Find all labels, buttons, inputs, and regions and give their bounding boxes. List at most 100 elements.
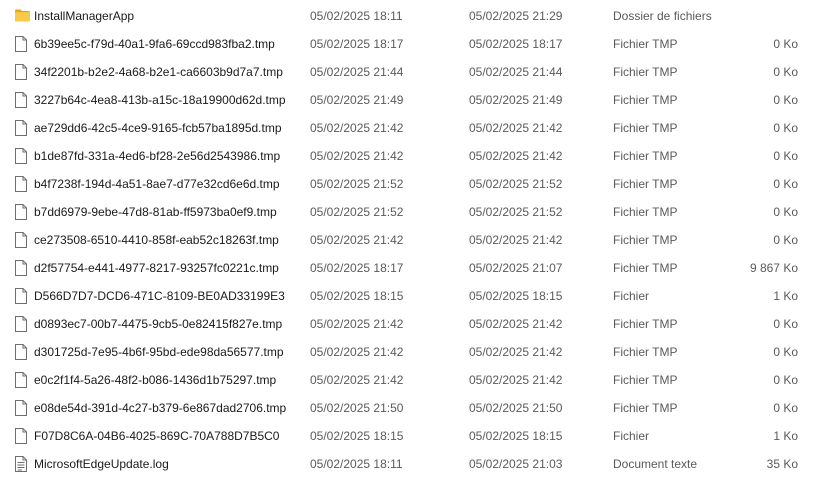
file-name: e0c2f1f4-5a26-48f2-b086-1436d1b75297.tmp	[34, 373, 277, 387]
file-modified-date: 05/02/2025 21:42	[469, 345, 563, 359]
file-size: 1 Ko	[773, 289, 798, 303]
file-icon-cell	[14, 338, 32, 366]
file-row[interactable]: D566D7D7-DCD6-471C-8109-BE0AD33199E3 05/0…	[0, 282, 823, 310]
file-row[interactable]: ce273508-6510-4410-858f-eab52c18263f.tmp…	[0, 226, 823, 254]
file-icon-cell	[14, 58, 32, 86]
file-created-date: 05/02/2025 18:15	[310, 429, 404, 443]
file-row[interactable]: e08de54d-391d-4c27-b379-6e867dad2706.tmp…	[0, 394, 823, 422]
file-icon	[14, 338, 32, 366]
file-icon-cell	[14, 422, 32, 450]
file-modified-date: 05/02/2025 21:49	[469, 93, 563, 107]
file-icon-cell	[14, 226, 32, 254]
file-created-date: 05/02/2025 21:42	[310, 233, 404, 247]
file-created-date: 05/02/2025 21:42	[310, 373, 404, 387]
file-size: 0 Ko	[773, 233, 798, 247]
file-row[interactable]: b7dd6979-9ebe-47d8-81ab-ff5973ba0ef9.tmp…	[0, 198, 823, 226]
file-icon	[14, 254, 32, 282]
file-row[interactable]: F07D8C6A-04B6-4025-869C-70A788D7B5C0 05/0…	[0, 422, 823, 450]
file-created-date: 05/02/2025 21:50	[310, 401, 404, 415]
file-size: 0 Ko	[773, 345, 798, 359]
file-created-date: 05/02/2025 18:11	[310, 457, 403, 471]
file-name: b7dd6979-9ebe-47d8-81ab-ff5973ba0ef9.tmp	[34, 205, 277, 219]
file-name: ae729dd6-42c5-4ce9-9165-fcb57ba1895d.tmp	[34, 121, 282, 135]
file-size: 9 867 Ko	[749, 261, 798, 275]
file-created-date: 05/02/2025 21:42	[310, 317, 404, 331]
file-row[interactable]: b4f7238f-194d-4a51-8ae7-d77e32cd6e6d.tmp…	[0, 170, 823, 198]
file-icon-cell	[14, 450, 32, 478]
file-icon-cell	[14, 394, 32, 422]
file-row[interactable]: d2f57754-e441-4977-8217-93257fc0221c.tmp…	[0, 254, 823, 282]
file-row[interactable]: e0c2f1f4-5a26-48f2-b086-1436d1b75297.tmp…	[0, 366, 823, 394]
file-modified-date: 05/02/2025 21:42	[469, 233, 563, 247]
file-modified-date: 05/02/2025 21:44	[469, 65, 563, 79]
file-name: d301725d-7e95-4b6f-95bd-ede98da56577.tmp	[34, 345, 284, 359]
file-icon	[14, 310, 32, 338]
file-icon	[14, 114, 32, 142]
file-icon-cell	[14, 198, 32, 226]
file-created-date: 05/02/2025 21:44	[310, 65, 404, 79]
file-row[interactable]: 3227b64c-4ea8-413b-a15c-18a19900d62d.tmp…	[0, 86, 823, 114]
file-name: d2f57754-e441-4977-8217-93257fc0221c.tmp	[34, 261, 279, 275]
file-created-date: 05/02/2025 18:15	[310, 289, 404, 303]
file-name: b4f7238f-194d-4a51-8ae7-d77e32cd6e6d.tmp	[34, 177, 280, 191]
file-icon	[14, 58, 32, 86]
file-icon	[14, 142, 32, 170]
file-row[interactable]: d0893ec7-00b7-4475-9cb5-0e82415f827e.tmp…	[0, 310, 823, 338]
file-icon-cell	[14, 254, 32, 282]
file-modified-date: 05/02/2025 21:42	[469, 149, 563, 163]
file-modified-date: 05/02/2025 21:50	[469, 401, 563, 415]
file-icon-cell	[14, 310, 32, 338]
file-icon-cell	[14, 30, 32, 58]
file-size: 0 Ko	[773, 401, 798, 415]
file-row[interactable]: ae729dd6-42c5-4ce9-9165-fcb57ba1895d.tmp…	[0, 114, 823, 142]
file-size: 0 Ko	[773, 149, 798, 163]
file-created-date: 05/02/2025 21:52	[310, 205, 404, 219]
file-icon-cell	[14, 2, 32, 30]
file-size: 0 Ko	[773, 177, 798, 191]
file-icon	[14, 394, 32, 422]
file-icon	[14, 30, 32, 58]
file-name: D566D7D7-DCD6-471C-8109-BE0AD33199E3	[34, 289, 285, 303]
file-name: MicrosoftEdgeUpdate.log	[34, 457, 169, 471]
file-modified-date: 05/02/2025 21:42	[469, 373, 563, 387]
file-created-date: 05/02/2025 18:11	[310, 9, 403, 23]
file-icon	[14, 366, 32, 394]
file-row[interactable]: MicrosoftEdgeUpdate.log 05/02/2025 18:11 0…	[0, 450, 823, 478]
file-icon-cell	[14, 366, 32, 394]
file-row[interactable]: d301725d-7e95-4b6f-95bd-ede98da56577.tmp…	[0, 338, 823, 366]
file-created-date: 05/02/2025 21:42	[310, 149, 404, 163]
file-name: 3227b64c-4ea8-413b-a15c-18a19900d62d.tmp	[34, 93, 286, 107]
file-row[interactable]: 34f2201b-b2e2-4a68-b2e1-ca6603b9d7a7.tmp…	[0, 58, 823, 86]
file-modified-date: 05/02/2025 21:07	[469, 261, 563, 275]
file-icon-cell	[14, 170, 32, 198]
file-size: 0 Ko	[773, 37, 798, 51]
file-size: 0 Ko	[773, 205, 798, 219]
file-icon	[14, 282, 32, 310]
file-row[interactable]: 6b39ee5c-f79d-40a1-9fa6-69ccd983fba2.tmp…	[0, 30, 823, 58]
file-icon-cell	[14, 142, 32, 170]
file-created-date: 05/02/2025 18:17	[310, 37, 404, 51]
file-modified-date: 05/02/2025 18:17	[469, 37, 563, 51]
file-modified-date: 05/02/2025 21:29	[469, 9, 563, 23]
file-size: 0 Ko	[773, 373, 798, 387]
text-file-icon	[14, 450, 32, 478]
file-name: 6b39ee5c-f79d-40a1-9fa6-69ccd983fba2.tmp	[34, 37, 275, 51]
file-created-date: 05/02/2025 21:49	[310, 93, 404, 107]
file-name: d0893ec7-00b7-4475-9cb5-0e82415f827e.tmp	[34, 317, 283, 331]
file-name: e08de54d-391d-4c27-b379-6e867dad2706.tmp	[34, 401, 287, 415]
folder-icon	[14, 2, 32, 30]
file-size: 35 Ko	[766, 457, 798, 471]
file-modified-date: 05/02/2025 21:52	[469, 177, 563, 191]
file-size: 0 Ko	[773, 317, 798, 331]
file-name: InstallManagerApp	[34, 9, 135, 23]
file-size: 1 Ko	[773, 429, 798, 443]
file-modified-date: 05/02/2025 18:15	[469, 289, 563, 303]
file-icon-cell	[14, 282, 32, 310]
file-modified-date: 05/02/2025 18:15	[469, 429, 563, 443]
file-name: F07D8C6A-04B6-4025-869C-70A788D7B5C0	[34, 429, 280, 443]
file-row[interactable]: b1de87fd-331a-4ed6-bf28-2e56d2543986.tmp…	[0, 142, 823, 170]
file-modified-date: 05/02/2025 21:42	[469, 317, 563, 331]
file-name: 34f2201b-b2e2-4a68-b2e1-ca6603b9d7a7.tmp	[34, 65, 283, 79]
file-row[interactable]: InstallManagerApp 05/02/2025 18:11 05/02/2…	[0, 2, 823, 30]
file-icon	[14, 198, 32, 226]
